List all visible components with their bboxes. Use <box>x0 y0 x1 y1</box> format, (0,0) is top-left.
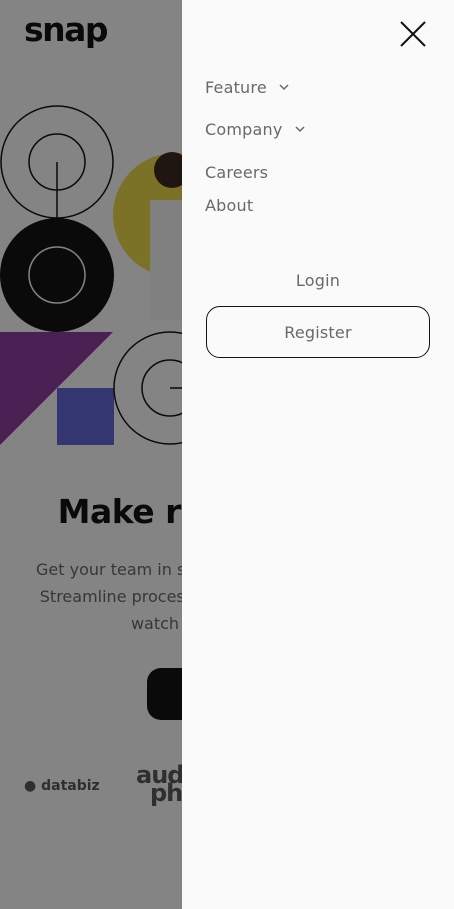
nav-item-label: Company <box>205 119 283 139</box>
nav-item-label: About <box>205 195 254 215</box>
nav-item-about[interactable]: About <box>205 192 253 218</box>
close-menu-button[interactable] <box>398 19 428 49</box>
nav-item-feature[interactable]: Feature <box>205 74 291 100</box>
nav-item-label: Feature <box>205 77 267 97</box>
register-button[interactable]: Register <box>206 306 430 358</box>
close-icon <box>400 21 426 47</box>
chevron-down-icon <box>295 123 307 135</box>
login-button[interactable]: Login <box>206 266 430 294</box>
nav-item-careers[interactable]: Careers <box>205 159 268 185</box>
chevron-down-icon <box>279 81 291 93</box>
nav-item-company[interactable]: Company <box>205 116 307 142</box>
mobile-menu-drawer: Feature Company Careers About Login Regi… <box>182 0 454 909</box>
nav-item-label: Careers <box>205 162 269 182</box>
